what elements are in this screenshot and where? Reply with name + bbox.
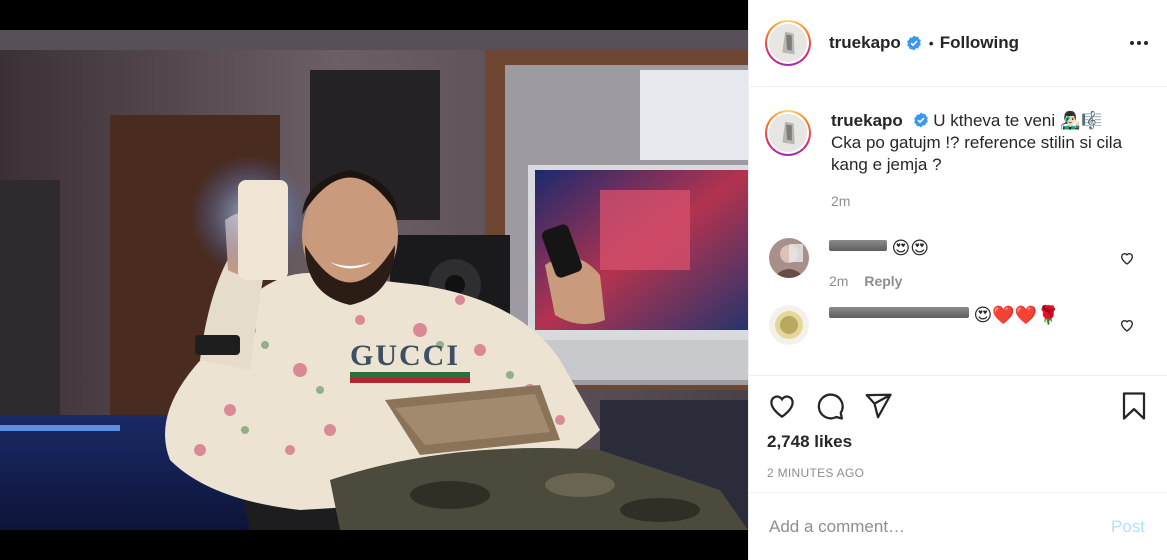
comment-timestamp[interactable]: 2m xyxy=(829,273,848,289)
post-media[interactable]: GUCCI xyxy=(0,0,748,560)
avatar-image xyxy=(769,24,807,62)
heart-icon[interactable] xyxy=(767,391,797,421)
avatar-image xyxy=(769,114,807,152)
comment-text: 😍😍 xyxy=(891,238,929,259)
post-detail-panel: truekapo • Following truekapo U ktheva t… xyxy=(748,0,1167,560)
comment-username-redacted[interactable] xyxy=(829,307,969,318)
comment-input[interactable] xyxy=(769,516,1111,537)
comment-icon[interactable] xyxy=(815,391,845,421)
comment-item: 😍😍 2m Reply xyxy=(765,238,1151,289)
following-button[interactable]: Following xyxy=(940,33,1019,53)
verified-badge-icon xyxy=(913,112,928,128)
caption-username[interactable]: truekapo xyxy=(831,111,903,130)
comment-text: 😍❤️❤️🌹 xyxy=(973,305,1060,326)
author-username[interactable]: truekapo xyxy=(829,33,901,53)
svg-text:GUCCI: GUCCI xyxy=(350,339,460,372)
likes-count[interactable]: 2,748 likes xyxy=(767,432,1151,452)
author-avatar[interactable] xyxy=(765,20,811,66)
commenter-avatar[interactable] xyxy=(769,238,809,278)
comment-like-heart-icon[interactable] xyxy=(1119,317,1135,333)
caption-text-line1: U ktheva te veni 👨🏻‍🎤🎼 xyxy=(933,111,1103,130)
caption-text: Cka po gatujm !? reference stilin si cil… xyxy=(831,133,1123,174)
verified-badge-icon xyxy=(906,35,921,51)
post-actions: 2,748 likes 2 MINUTES AGO xyxy=(749,375,1167,480)
commenter-avatar[interactable] xyxy=(769,305,809,345)
comment-item: 😍❤️❤️🌹 xyxy=(765,305,1151,345)
more-options-icon[interactable] xyxy=(1127,31,1151,55)
post-timestamp[interactable]: 2 MINUTES AGO xyxy=(767,466,1151,480)
comment-username-redacted[interactable] xyxy=(829,240,887,251)
caption-timestamp[interactable]: 2m xyxy=(831,190,1131,212)
post-comment-button[interactable]: Post xyxy=(1111,517,1145,537)
bookmark-icon[interactable] xyxy=(1119,390,1149,422)
add-comment-bar: Post xyxy=(749,492,1167,560)
separator-dot: • xyxy=(928,35,934,51)
share-icon[interactable] xyxy=(863,391,893,421)
caption-avatar[interactable] xyxy=(765,110,811,156)
caption: truekapo U ktheva te veni 👨🏻‍🎤🎼 Cka po g… xyxy=(765,110,1151,212)
comments-list[interactable]: truekapo U ktheva te veni 👨🏻‍🎤🎼 Cka po g… xyxy=(749,88,1167,374)
comment-like-heart-icon[interactable] xyxy=(1119,250,1135,266)
post-photo: GUCCI xyxy=(0,30,748,530)
post-header: truekapo • Following xyxy=(749,0,1167,87)
reply-button[interactable]: Reply xyxy=(864,273,902,289)
